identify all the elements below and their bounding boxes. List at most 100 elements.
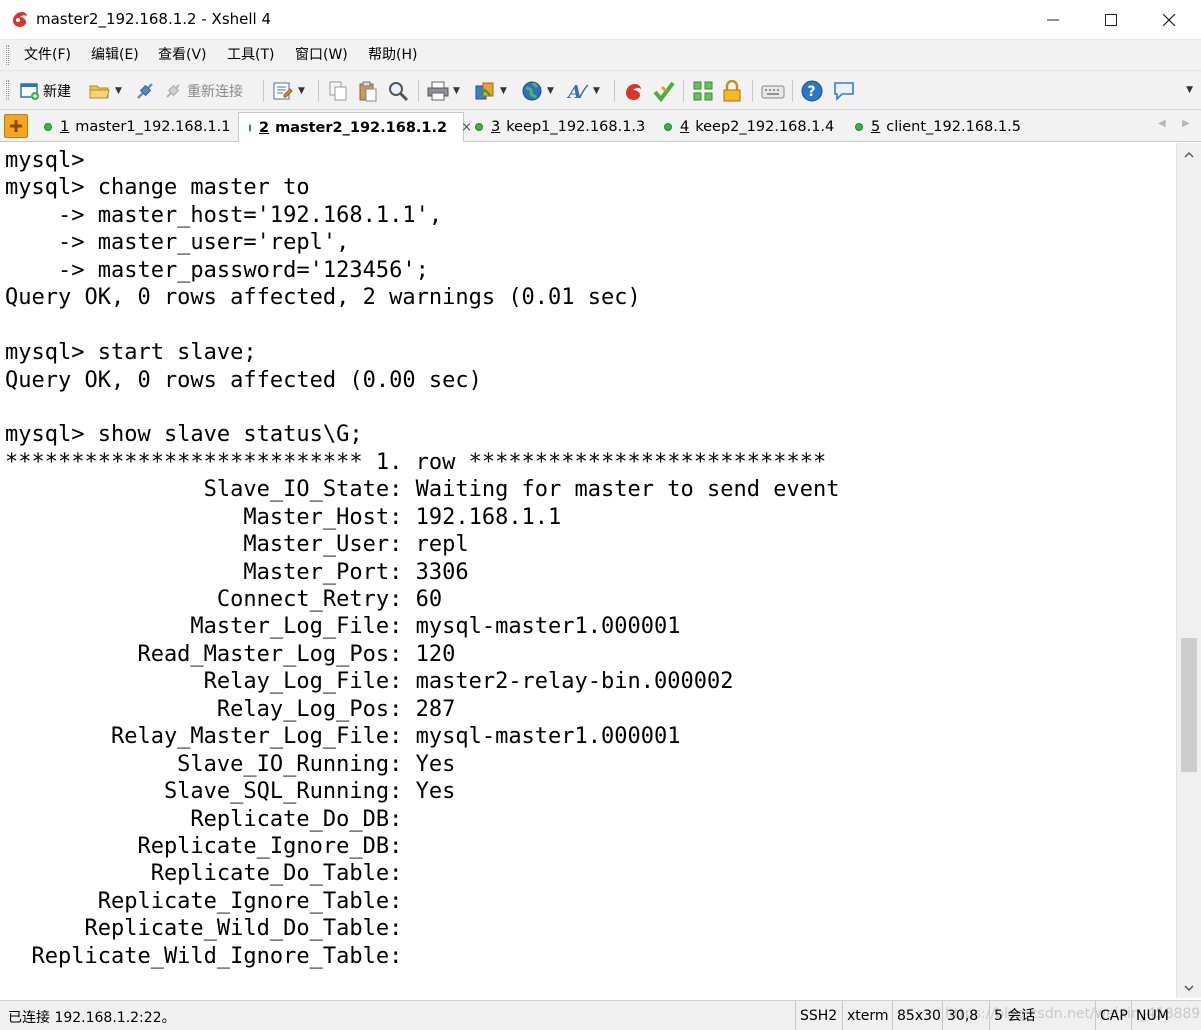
menu-bar: 文件(F) 编辑(E) 查看(V) 工具(T) 窗口(W) 帮助(H) (0, 40, 1201, 70)
tab-keep2[interactable]: 4 keep2_192.168.1.4 (654, 112, 834, 142)
tab-number: 1 (60, 119, 70, 135)
properties-button[interactable]: ▼ (272, 79, 305, 103)
tab-master2[interactable]: 2 master2_192.168.1.2 × (238, 112, 472, 142)
add-tab-button[interactable] (4, 114, 28, 138)
help-button[interactable]: ? (801, 79, 823, 103)
toolbar-grip-handle[interactable] (6, 80, 9, 100)
menu-help[interactable]: 帮助(H) (368, 45, 417, 65)
tab-client[interactable]: 5 client_192.168.1.5 (845, 112, 1021, 142)
terminal-line: Replicate_Do_Table: (5, 861, 403, 887)
svg-text:?: ? (808, 84, 816, 100)
toolbar-divider (318, 80, 319, 102)
terminal-line: mysql> show slave status\G; (5, 422, 363, 448)
minimize-button[interactable] (1024, 0, 1082, 40)
terminal-line: Replicate_Ignore_DB: (5, 833, 403, 859)
globe-icon (522, 81, 542, 101)
chevron-down-icon: ▼ (453, 86, 460, 96)
terminal-line: mysql> (5, 148, 85, 173)
menu-tools[interactable]: 工具(T) (227, 45, 274, 65)
font-button[interactable]: A ▼ (567, 79, 600, 103)
file-transfer-icon (475, 82, 494, 100)
new-session-label: 新建 (43, 84, 71, 100)
menu-window[interactable]: 窗口(W) (295, 45, 348, 65)
toolbar-divider (792, 80, 793, 102)
menu-grip-handle[interactable] (6, 45, 9, 65)
scrollbar-thumb[interactable] (1181, 638, 1197, 772)
find-button[interactable] (387, 79, 409, 103)
toolbar-overflow-icon[interactable]: ▼ (1186, 85, 1193, 95)
terminal-line: Replicate_Wild_Do_Table: (5, 916, 403, 942)
terminal-line: Replicate_Wild_Ignore_Table: (5, 943, 403, 969)
lock-button[interactable] (722, 79, 742, 103)
terminal-line: Replicate_Do_DB: (5, 806, 403, 832)
tab-master1[interactable]: 1 master1_192.168.1.1 (34, 112, 230, 142)
reconnect-icon (166, 84, 180, 98)
new-session-button[interactable]: 新建 (20, 79, 71, 103)
properties-icon (273, 82, 293, 100)
reconnect-button[interactable]: 重新连接 (164, 79, 243, 103)
open-folder-button[interactable]: ▼ (89, 79, 122, 103)
chevron-down-icon: ▼ (500, 86, 507, 96)
caps-lock-indicator: CAP (1095, 1001, 1128, 1030)
menu-file[interactable]: 文件(F) (24, 45, 71, 65)
connect-button[interactable] (134, 79, 156, 103)
terminal-line: Master_Host: 192.168.1.1 (5, 504, 562, 530)
connection-status: 已连接 192.168.1.2:22。 (8, 1010, 176, 1026)
xftp-button[interactable] (653, 79, 675, 103)
plus-icon (10, 120, 22, 132)
scroll-down-icon[interactable] (1184, 980, 1194, 996)
chevron-down-icon: ▼ (593, 86, 600, 96)
new-session-icon (20, 83, 39, 100)
close-button[interactable] (1140, 0, 1198, 40)
session-tab-strip: 1 master1_192.168.1.1 2 master2_192.168.… (0, 110, 1201, 142)
printer-icon (427, 81, 449, 101)
fullscreen-button[interactable] (692, 79, 714, 103)
menu-edit[interactable]: 编辑(E) (91, 45, 139, 65)
font-icon: A (567, 82, 589, 102)
tab-scroll-right-icon[interactable]: ▶ (1182, 118, 1190, 129)
terminal-line: mysql> change master to (5, 175, 310, 201)
xshell-logo-icon (626, 84, 641, 100)
status-dot-icon (664, 123, 672, 131)
tab-number: 3 (491, 119, 501, 135)
terminal-output[interactable]: mysql> mysql> change master to -> master_… (0, 143, 1176, 998)
keyboard-icon (761, 85, 785, 99)
maximize-button[interactable] (1082, 0, 1140, 40)
lock-icon (723, 80, 741, 102)
title-bar: master2_192.168.1.2 - Xshell 4 (0, 0, 1201, 40)
menu-view[interactable]: 查看(V) (158, 45, 207, 65)
keyboard-button[interactable] (761, 79, 785, 103)
terminal-line: Query OK, 0 rows affected (0.00 sec) (5, 367, 482, 393)
status-dot-icon (44, 123, 52, 131)
transfer-button[interactable]: ▼ (474, 79, 507, 103)
print-button[interactable]: ▼ (427, 79, 460, 103)
terminal-line: Read_Master_Log_Pos: 120 (5, 641, 456, 667)
tab-label: master1_192.168.1.1 (75, 119, 231, 135)
scroll-up-icon[interactable] (1184, 147, 1194, 163)
terminal-line: Slave_SQL_Running: Yes (5, 779, 456, 805)
fullscreen-icon (693, 81, 713, 101)
search-icon (389, 82, 409, 102)
xftp-icon (653, 81, 675, 102)
terminal-line: Connect_Retry: 60 (5, 587, 443, 612)
terminal-line: Master_Port: 3306 (5, 559, 469, 585)
terminal-line: -> master_user='repl', (5, 230, 350, 256)
tab-scroll-left-icon[interactable]: ◀ (1158, 118, 1166, 129)
protocol-indicator: SSH2 (795, 1001, 837, 1030)
paste-button[interactable] (357, 79, 379, 103)
session-count-indicator: 5 会话 (989, 1001, 1035, 1030)
xmanager-button[interactable] (623, 79, 645, 103)
plug-connect-icon (137, 83, 153, 99)
status-bar: 已连接 192.168.1.2:22。 https://blog.csdn.ne… (0, 1000, 1201, 1030)
copy-button[interactable] (327, 79, 349, 103)
chevron-down-icon: ▼ (547, 86, 554, 96)
tab-keep1[interactable]: 3 keep1_192.168.1.3 (465, 112, 645, 142)
language-button[interactable]: ▼ (521, 79, 554, 103)
terminal-type-indicator: xterm (842, 1001, 889, 1030)
vertical-scrollbar[interactable] (1176, 143, 1201, 998)
terminal-line: -> master_password='123456'; (5, 257, 429, 283)
chat-button[interactable] (832, 79, 856, 103)
terminal-line: Master_Log_File: mysql-master1.000001 (5, 614, 681, 640)
